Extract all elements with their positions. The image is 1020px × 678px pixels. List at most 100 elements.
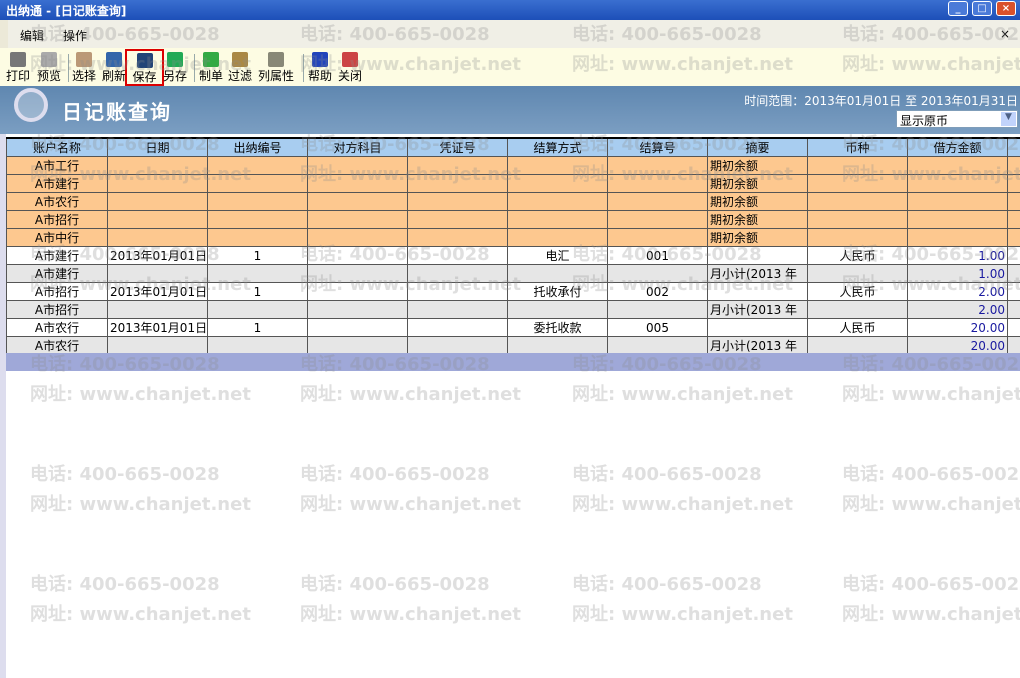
watermark-site: 网址: www.chanjet.net xyxy=(300,384,521,405)
toolbar-label: 预览 xyxy=(37,69,62,83)
table-cell: 002 xyxy=(607,282,708,301)
table-cell xyxy=(807,336,908,355)
title-bar: 出纳通 - [日记账查询] _ □ × xyxy=(0,0,1020,20)
table-cell xyxy=(807,228,908,247)
watermark-site: 网址: www.chanjet.net xyxy=(842,604,1020,625)
table-cell xyxy=(207,210,308,229)
table-row[interactable]: A市工行 期初余额 xyxy=(6,156,1020,175)
page-title: 日记账查询 xyxy=(62,100,172,124)
column-header[interactable]: 币种 xyxy=(807,137,908,157)
table-cell xyxy=(107,210,208,229)
column-props-icon xyxy=(268,52,284,67)
column-header[interactable]: 日期 xyxy=(107,137,208,157)
table-cell xyxy=(507,174,608,193)
table-cell xyxy=(307,246,408,265)
column-header[interactable]: 结算方式 xyxy=(507,137,608,157)
window-title: 出纳通 - [日记账查询] xyxy=(6,4,127,18)
filter-icon xyxy=(232,52,248,67)
toolbar-label: 刷新 xyxy=(102,69,127,83)
table-cell xyxy=(607,174,708,193)
table-cell xyxy=(1007,282,1020,301)
toolbar-printer-button[interactable]: 打印 xyxy=(6,52,30,86)
date-range: 时间范围：2013年01月01日 至 2013年01月31日 xyxy=(744,94,1018,108)
watermark-phone: 电话: 400-665-0028 xyxy=(30,464,220,485)
table-cell: 期初余额 xyxy=(707,156,808,175)
preview-icon xyxy=(41,52,57,67)
table-cell xyxy=(307,156,408,175)
table-row[interactable]: A市中行 期初余额 xyxy=(6,228,1020,247)
column-header[interactable]: 出纳编号 xyxy=(207,137,308,157)
table-cell xyxy=(607,156,708,175)
table-cell: 期初余额 xyxy=(707,192,808,211)
currency-select[interactable]: 显示原币 ▼ xyxy=(896,110,1018,128)
toolbar-save-as-button[interactable]: 另存 xyxy=(163,52,187,86)
table-row[interactable]: A市建行 期初余额 xyxy=(6,174,1020,193)
watermark-phone: 电话: 400-665-0028 xyxy=(842,574,1020,595)
voucher-icon xyxy=(203,52,219,67)
table-row[interactable]: A市招行 2013年01月01日 1 托收承付 002 人民币 2.00 xyxy=(6,282,1020,301)
watermark-site: 网址: www.chanjet.net xyxy=(572,494,793,515)
column-header[interactable]: 摘要 xyxy=(707,137,808,157)
table-cell: 人民币 xyxy=(807,246,908,265)
table-cell xyxy=(907,210,1008,229)
table-row[interactable]: A市招行 期初余额 xyxy=(6,210,1020,229)
column-header[interactable] xyxy=(1007,137,1020,157)
menu-bar: 编辑 操作 × xyxy=(0,20,1020,48)
table-cell: 人民币 xyxy=(807,282,908,301)
table-cell xyxy=(507,210,608,229)
table-cell: 20.00 xyxy=(907,318,1008,337)
table-cell: 20.00 xyxy=(907,336,1008,355)
toolbar-select-button[interactable]: 选择 xyxy=(72,52,96,86)
toolbar-close-window-button[interactable]: 关闭 xyxy=(338,52,362,86)
toolbar-help-button[interactable]: 帮助 xyxy=(308,52,332,86)
toolbar-refresh-button[interactable]: 刷新 xyxy=(102,52,126,86)
column-header[interactable]: 借方金额 xyxy=(907,137,1008,157)
table-cell xyxy=(907,192,1008,211)
table-cell: 2013年01月01日 xyxy=(107,318,208,337)
menu-edit[interactable]: 编辑 xyxy=(20,27,44,44)
toolbar-preview-button[interactable]: 预览 xyxy=(37,52,61,86)
toolbar-voucher-button[interactable]: 制单 xyxy=(199,52,223,86)
minimize-button[interactable]: _ xyxy=(948,1,968,16)
column-header[interactable]: 对方科目 xyxy=(307,137,408,157)
table-cell xyxy=(107,264,208,283)
table-cell: A市农行 xyxy=(6,318,108,337)
table-cell xyxy=(1007,228,1020,247)
maximize-button[interactable]: □ xyxy=(972,1,992,16)
table-cell: 委托收款 xyxy=(507,318,608,337)
table-row[interactable]: A市农行 期初余额 xyxy=(6,192,1020,211)
chevron-down-icon[interactable]: ▼ xyxy=(1001,112,1016,126)
table-cell: A市工行 xyxy=(6,156,108,175)
toolbar-column-props-button[interactable]: 列属性 xyxy=(258,52,294,86)
menu-operate[interactable]: 操作 xyxy=(63,27,87,44)
toolbar-save-button[interactable]: 保存 xyxy=(125,49,164,86)
table-cell xyxy=(407,174,508,193)
toolbar-label: 选择 xyxy=(72,69,97,83)
table-cell xyxy=(907,174,1008,193)
toolbar-label: 过滤 xyxy=(228,69,253,83)
table-cell xyxy=(307,282,408,301)
table-cell: 1 xyxy=(207,282,308,301)
table-row[interactable]: A市农行 2013年01月01日 1 委托收款 005 人民币 20.00 xyxy=(6,318,1020,337)
column-header[interactable]: 账户名称 xyxy=(6,137,108,157)
table-cell: A市建行 xyxy=(6,174,108,193)
table-cell xyxy=(507,228,608,247)
table-row[interactable]: A市招行 月小计(2013 年 2.00 xyxy=(6,300,1020,319)
table-cell xyxy=(807,192,908,211)
save-as-icon xyxy=(167,52,183,67)
watermark-phone: 电话: 400-665-0028 xyxy=(572,464,762,485)
column-header[interactable]: 结算号 xyxy=(607,137,708,157)
table-cell: A市建行 xyxy=(6,246,108,265)
close-doc-button[interactable]: × xyxy=(1000,27,1010,41)
table-cell xyxy=(607,228,708,247)
column-header[interactable]: 凭证号 xyxy=(407,137,508,157)
table-row[interactable]: A市建行 2013年01月01日 1 电汇 001 人民币 1.00 xyxy=(6,246,1020,265)
close-button[interactable]: × xyxy=(996,1,1016,16)
watermark-site: 网址: www.chanjet.net xyxy=(842,384,1020,405)
table-row[interactable]: A市农行 月小计(2013 年 20.00 xyxy=(6,336,1020,355)
table-cell xyxy=(407,210,508,229)
table-cell xyxy=(407,246,508,265)
banner: 日记账查询 时间范围：2013年01月01日 至 2013年01月31日 显示原… xyxy=(0,86,1020,134)
toolbar-filter-button[interactable]: 过滤 xyxy=(228,52,252,86)
table-row[interactable]: A市建行 月小计(2013 年 1.00 xyxy=(6,264,1020,283)
